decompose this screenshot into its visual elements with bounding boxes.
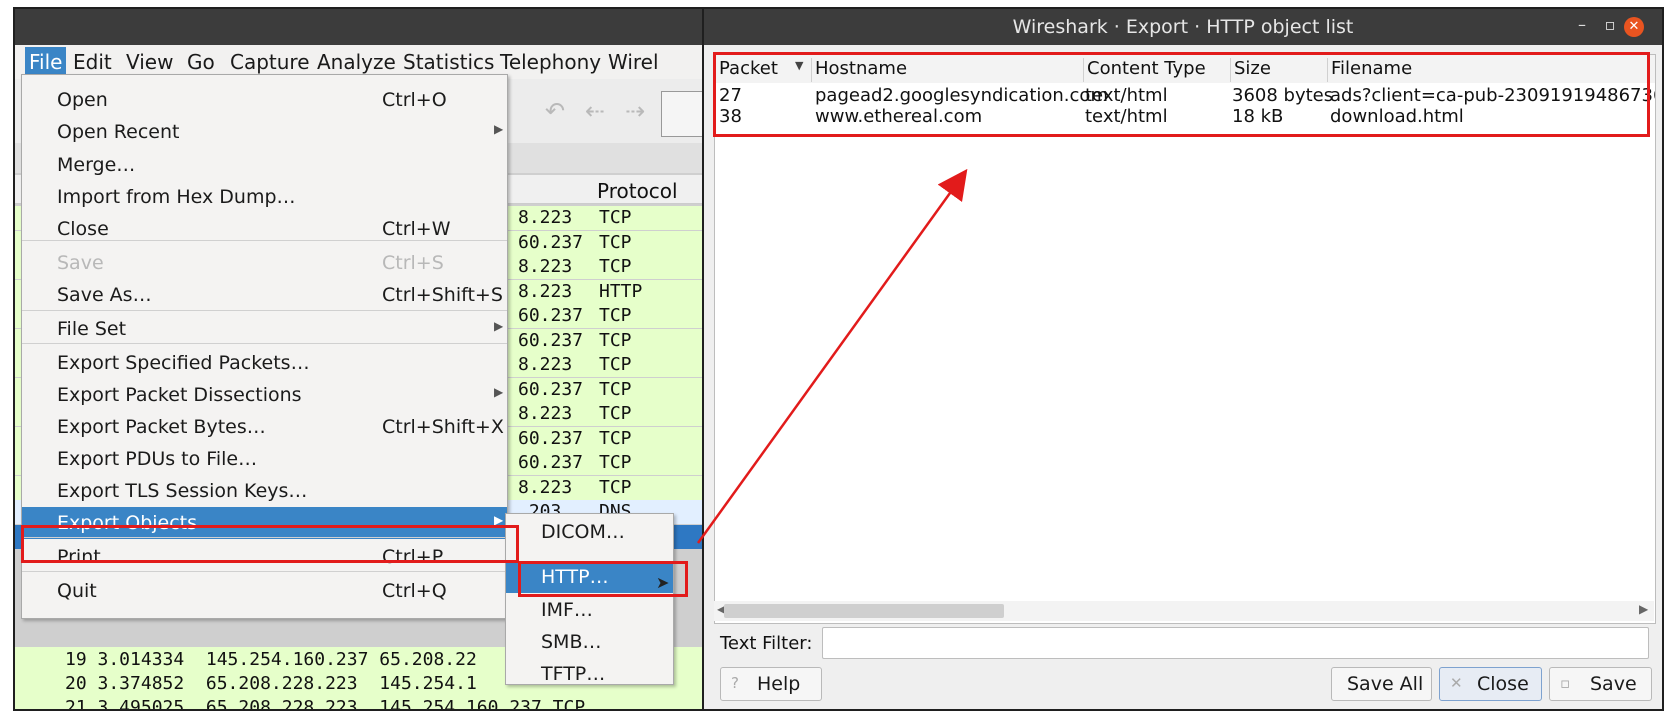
arrow-line <box>696 168 968 544</box>
annotation-arrow <box>696 168 968 544</box>
